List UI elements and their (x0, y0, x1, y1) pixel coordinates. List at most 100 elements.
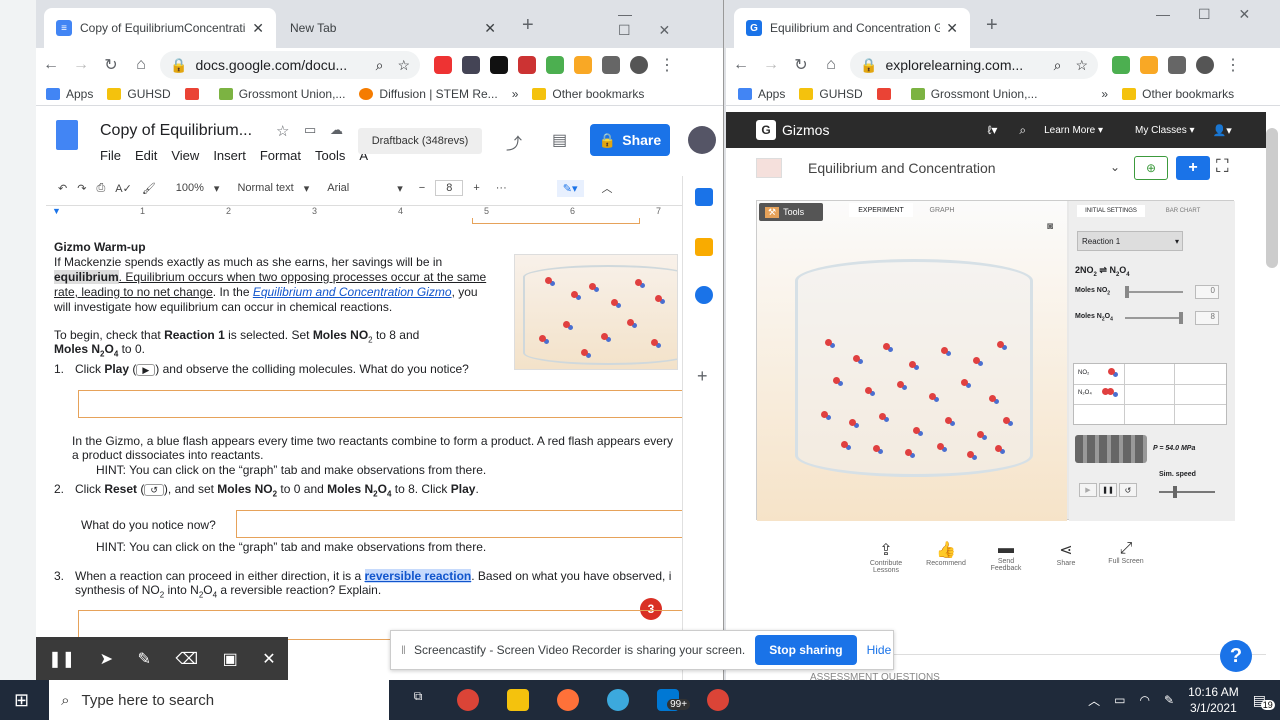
extension-icon[interactable] (546, 56, 564, 74)
gizmos-logo-icon[interactable]: G (756, 120, 776, 140)
collapse-icon[interactable]: ︿ (602, 180, 613, 196)
add-to-class-icon[interactable]: ⊕ (1134, 156, 1168, 180)
camera-icon[interactable]: ◙ (1047, 221, 1053, 232)
home-icon[interactable]: ⌂ (816, 56, 846, 74)
tab-new[interactable]: New Tab ✕ (278, 8, 508, 48)
doc-title[interactable]: Copy of Equilibrium... (100, 122, 252, 140)
gizmo-link[interactable]: Equilibrium and Concentration Gizmo (253, 285, 452, 299)
keep-icon[interactable] (695, 238, 713, 256)
search-icon[interactable]: ⌕ (1019, 123, 1026, 138)
puzzle-icon[interactable] (1168, 56, 1186, 74)
moles-n2o4-slider[interactable] (1125, 312, 1183, 324)
paint-format-icon[interactable]: 🖌 (142, 182, 156, 195)
draftback-button[interactable]: Draftback (348revs) (358, 128, 482, 154)
extension-icon[interactable] (574, 56, 592, 74)
send-feedback-button[interactable]: ▬ Send Feedback (986, 540, 1026, 590)
avatar[interactable] (630, 56, 648, 74)
bookmark-gmail[interactable] (184, 87, 205, 100)
close-icon[interactable]: ✕ (262, 649, 275, 669)
windows-start-icon[interactable]: ⊞ (14, 690, 29, 711)
close-tab-icon[interactable]: ✕ (946, 20, 958, 37)
menu-icon[interactable]: ⋮ (1225, 55, 1241, 75)
bookmark-other[interactable]: Other bookmarks (532, 87, 644, 101)
moles-no2-input[interactable]: 0 (1195, 285, 1219, 299)
drag-handle-icon[interactable]: ‖ (401, 643, 406, 657)
back-icon[interactable]: ← (36, 56, 66, 74)
bookmark-guhsd[interactable]: GUHSD (107, 87, 171, 101)
forward-icon[interactable]: → (66, 56, 96, 74)
camera-icon[interactable]: ▣ (223, 649, 238, 669)
tab-gizmo[interactable]: G Equilibrium and Concentration G ✕ (734, 8, 970, 48)
scrollbar[interactable] (1266, 128, 1278, 268)
reaction-select[interactable]: Reaction 1 ▾ (1077, 231, 1183, 251)
gizmo-simulation[interactable]: ⚒ Tools EXPERIMENT GRAPH ◙ INITIAL SETTIN… (756, 200, 1235, 521)
slider-thumb[interactable] (1179, 312, 1183, 324)
indent-marker-icon[interactable]: ▼ (52, 206, 61, 216)
url-omnibox[interactable]: 🔒 explorelearning.com... ⌕ ☆ (850, 51, 1098, 79)
pen-icon[interactable]: ✎ (1164, 693, 1174, 707)
tab-experiment[interactable]: EXPERIMENT (849, 203, 913, 217)
eraser-icon[interactable]: ⌫ (175, 649, 198, 669)
home-icon[interactable]: ⌂ (126, 56, 156, 74)
tools-menu[interactable]: ⚒ Tools (759, 203, 823, 221)
menu-insert[interactable]: Insert (213, 148, 246, 163)
comment-icon[interactable]: ▤ (552, 130, 567, 150)
tab-graph[interactable]: GRAPH (917, 203, 967, 217)
taskbar-search-box[interactable]: ⌕ Type here to search (49, 680, 390, 720)
reset-button[interactable]: ↺ (1119, 483, 1137, 497)
calendar-icon[interactable] (695, 188, 713, 206)
help-icon[interactable]: ? (1220, 640, 1252, 672)
tab-docs[interactable]: ≡ Copy of EquilibriumConcentrati ✕ (44, 8, 276, 48)
answer-box[interactable] (472, 218, 640, 224)
extension-icon[interactable] (434, 56, 452, 74)
font-select[interactable]: Arial (327, 182, 387, 194)
extension-icon[interactable] (1112, 56, 1130, 74)
pause-icon[interactable]: ❚❚ (48, 649, 75, 669)
expand-icon[interactable]: ⛶ (1216, 156, 1229, 177)
notification-icon[interactable]: ▤ 19 (1253, 692, 1275, 710)
user-menu-icon[interactable]: 👤▾ (1213, 124, 1232, 137)
play-button[interactable]: ▶ (1079, 483, 1097, 497)
sim-speed-slider[interactable] (1159, 486, 1215, 498)
slider-thumb[interactable] (1173, 486, 1177, 498)
moles-no2-slider[interactable] (1125, 286, 1183, 298)
puzzle-icon[interactable] (602, 56, 620, 74)
star-icon[interactable]: ☆ (397, 57, 410, 74)
spellcheck-icon[interactable]: A✓ (115, 182, 132, 195)
menu-file[interactable]: File (100, 148, 121, 163)
close-tab-icon[interactable]: ✕ (484, 20, 496, 37)
file-explorer-icon[interactable] (507, 689, 530, 711)
add-addon-icon[interactable]: + (697, 366, 708, 387)
print-icon[interactable]: ⎙ (96, 182, 105, 195)
bookmarks-overflow-icon[interactable]: » (1101, 87, 1108, 101)
menu-view[interactable]: View (171, 148, 199, 163)
bookmark-grossmont[interactable]: Grossmont Union,... (910, 87, 1037, 101)
menu-format[interactable]: Format (260, 148, 301, 163)
menu-tools[interactable]: Tools (315, 148, 345, 163)
editing-mode-icon[interactable]: ✎▾ (556, 179, 584, 197)
undo-icon[interactable]: ↶ (58, 182, 67, 195)
document-page[interactable]: Gizmo Warm-up If Mackenzie spends exactl… (36, 218, 682, 680)
menu-icon[interactable]: ⋮ (659, 55, 675, 75)
chrome-icon[interactable] (457, 689, 480, 711)
menu-edit[interactable]: Edit (135, 148, 157, 163)
brand-name[interactable]: Gizmos (782, 122, 829, 138)
assessment-questions-header[interactable]: ASSESSMENT QUESTIONS (810, 672, 940, 680)
url-omnibox[interactable]: 🔒 docs.google.com/docu... ⌕ ☆ (160, 51, 420, 79)
forward-icon[interactable]: → (756, 56, 786, 74)
extension-icon[interactable] (1140, 56, 1158, 74)
bookmark-grossmont[interactable]: Grossmont Union,... (218, 87, 345, 101)
edge-icon[interactable] (607, 689, 630, 711)
my-classes-menu[interactable]: My Classes ▾ (1135, 125, 1195, 136)
tray-chevron-icon[interactable]: ︿ (1088, 692, 1100, 709)
pen-icon[interactable]: ✎ (138, 649, 151, 669)
learn-more-menu[interactable]: Learn More ▾ (1044, 125, 1103, 136)
avatar[interactable] (688, 126, 716, 154)
bookmark-apps[interactable]: Apps (738, 87, 785, 101)
cursor-icon[interactable]: ➤ (100, 649, 113, 669)
answer-box[interactable] (236, 510, 682, 538)
full-screen-button[interactable]: ⤢ Full Screen (1106, 540, 1146, 590)
answer-box[interactable] (78, 390, 682, 418)
firefox-icon[interactable] (557, 689, 580, 711)
tab-initial-settings[interactable]: INITIAL SETTINGS (1077, 205, 1145, 217)
